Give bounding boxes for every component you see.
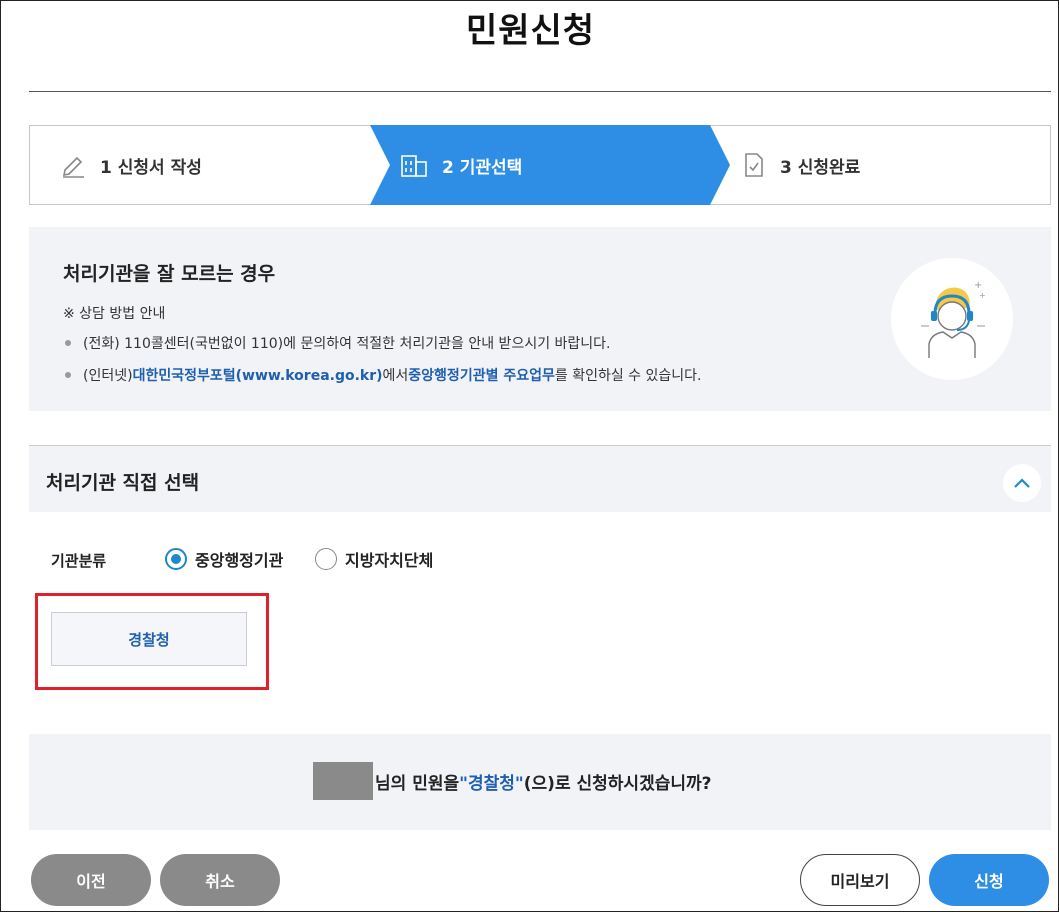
confirm-box: 님의 민원을 "경찰청" (으)로 신청하시겠습니까? [29, 734, 1051, 830]
help-internet-mid: 에서 [382, 368, 409, 384]
help-phone-text: (전화) 110콜센터(국번없이 110)에 문의하여 적절한 처리기관을 안내… [83, 336, 611, 352]
svg-text:+: + [974, 280, 982, 291]
chevron-up-icon [1014, 478, 1030, 488]
prev-button[interactable]: 이전 [31, 854, 151, 906]
bullet-icon [65, 340, 71, 346]
document-check-icon [745, 153, 763, 177]
help-note: ※ 상담 방법 안내 [63, 306, 166, 322]
confirm-question: 님의 민원을 "경찰청" (으)로 신청하시겠습니까? [313, 762, 711, 800]
help-internet-line: (인터넷) 대한민국정부포털(www.korea.go.kr) 에서 중앙행정기… [65, 365, 701, 385]
confirm-text-2: (으)로 신청하시겠습니까? [523, 773, 712, 794]
help-internet-suffix: 를 확인하실 수 있습니다. [554, 368, 702, 384]
page-title: 민원신청 [465, 11, 596, 51]
agency-help-box: 처리기관을 잘 모르는 경우 ※ 상담 방법 안내 (전화) 110콜센터(국번… [29, 227, 1051, 411]
step-complete: 3 신청완료 [742, 126, 860, 204]
confirm-text-1: 님의 민원을 [375, 773, 460, 794]
agency-button-police[interactable]: 경찰청 [51, 612, 247, 666]
help-internet-prefix: (인터넷) [83, 368, 133, 384]
radio-unchecked-icon [315, 548, 337, 570]
building-icon [401, 155, 427, 177]
confirm-agency: "경찰청" [459, 773, 524, 794]
radio-local-government[interactable]: 지방자치단체 [315, 547, 433, 571]
help-title: 처리기관을 잘 모르는 경우 [63, 263, 276, 285]
call-center-advisor-icon: + + [891, 258, 1013, 380]
pencil-icon [62, 156, 84, 178]
redacted-name [313, 762, 373, 800]
direct-select-header: 처리기관 직접 선택 [29, 445, 1051, 512]
radio-checked-icon [165, 548, 187, 570]
cancel-button[interactable]: 취소 [160, 854, 280, 906]
step-label: 1 신청서 작성 [100, 157, 202, 178]
agency-duties-link[interactable]: 중앙행정기관별 주요업무 [408, 365, 555, 385]
step-progress: 1 신청서 작성 2 기관선택 3 신청완료 [29, 125, 1051, 205]
help-phone-line: (전화) 110콜센터(국번없이 110)에 문의하여 적절한 처리기관을 안내… [65, 333, 611, 353]
preview-button[interactable]: 미리보기 [800, 854, 920, 906]
step-write-application: 1 신청서 작성 [60, 126, 202, 204]
page-frame: 민원신청 1 신청서 작성 2 기관선택 3 신청완료 처리기관을 잘 모르는 … [0, 0, 1059, 912]
step-label: 3 신청완료 [780, 157, 861, 178]
step-label: 2 기관선택 [442, 157, 523, 178]
submit-button[interactable]: 신청 [929, 854, 1049, 906]
radio-central-agency[interactable]: 중앙행정기관 [165, 547, 283, 571]
radio-label: 중앙행정기관 [195, 551, 284, 570]
korea-portal-link[interactable]: 대한민국정부포털(www.korea.go.kr) [133, 365, 383, 385]
step-select-agency: 2 기관선택 [400, 126, 522, 204]
radio-label: 지방자치단체 [345, 551, 434, 570]
category-label: 기관분류 [51, 552, 107, 570]
bullet-icon [65, 372, 71, 378]
title-divider [29, 91, 1051, 92]
direct-select-title: 처리기관 직접 선택 [46, 472, 200, 494]
svg-text:+: + [979, 291, 986, 300]
collapse-button[interactable] [1003, 464, 1041, 502]
